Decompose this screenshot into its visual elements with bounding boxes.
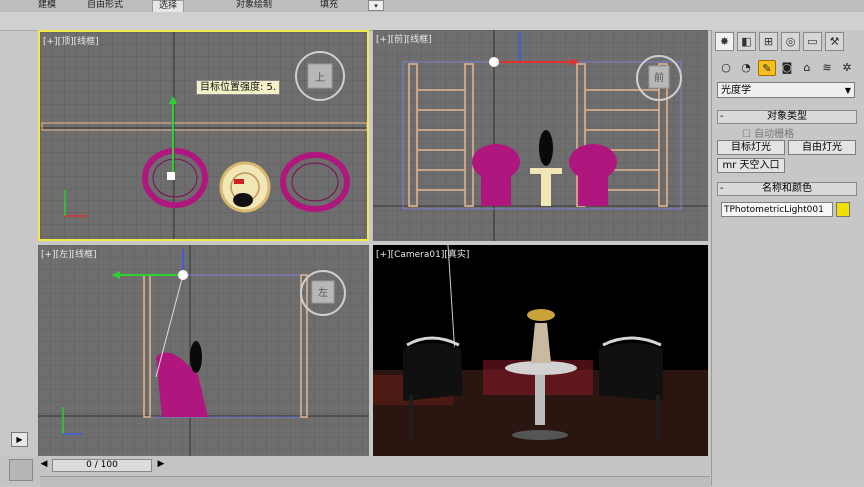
ribbon-panel-strip <box>0 12 864 31</box>
viewcube-left-face[interactable]: 左 <box>318 286 328 299</box>
viewport-top[interactable]: [+][顶][线框] 上 目标位置强度: 5. <box>38 30 369 241</box>
timeline-next-icon[interactable]: ▶ <box>155 459 167 472</box>
geometry-icon[interactable]: ○ <box>717 60 735 76</box>
mini-grid-icon[interactable] <box>9 459 33 481</box>
time-slider[interactable]: 0 / 100 <box>52 459 152 472</box>
modify-icon[interactable]: ◧ <box>737 32 756 51</box>
viewport-left[interactable]: [+][左][线框] 左 <box>38 245 369 456</box>
spacewarps-icon[interactable]: ≋ <box>818 60 836 76</box>
viewcube-top-face[interactable]: 上 <box>315 72 325 84</box>
viewport-top-label[interactable]: [+][顶][线框] <box>43 34 99 47</box>
object-name-input[interactable] <box>721 202 833 217</box>
checkbox-icon: ☐ <box>742 129 751 140</box>
viewport-front[interactable]: [+][前][线框] 前 <box>373 30 708 241</box>
lights-icon[interactable]: ✎ <box>758 60 776 76</box>
shapes-icon[interactable]: ◔ <box>737 60 755 76</box>
tab-modeling[interactable]: 建模 <box>38 0 56 12</box>
autogrid-label: 自动栅格 <box>754 129 795 140</box>
object-color-swatch[interactable] <box>836 202 850 217</box>
tab-populate[interactable]: 填充 <box>320 0 338 12</box>
autogrid-checkbox[interactable]: ☐ 自动栅格 <box>742 125 794 140</box>
viewport-left-label[interactable]: [+][左][线框] <box>41 247 97 260</box>
command-panel: ✸ ◧ ⊞ ◎ ▭ ⚒ ○ ◔ ✎ ◙ ⌂ ≋ ✲ 光度学 ▼ - 对象类型 ☐… <box>711 30 864 486</box>
tab-freeform[interactable]: 自由形式 <box>87 0 123 12</box>
target-intensity-tooltip: 目标位置强度: 5. <box>196 80 281 95</box>
viewport-top-scene: 上 <box>40 32 367 239</box>
display-icon[interactable]: ▭ <box>803 32 822 51</box>
viewport-camera-label[interactable]: [+][Camera01][真实] <box>376 247 469 260</box>
play-icon[interactable]: ▶ <box>11 432 28 447</box>
timeline-prev-icon[interactable]: ◀ <box>38 459 50 472</box>
object-type-rollout[interactable]: - 对象类型 <box>717 110 857 124</box>
target-light-button[interactable]: 目标灯光 <box>717 140 785 155</box>
viewport-left-scene: 左 <box>38 245 369 456</box>
free-light-button[interactable]: 自由灯光 <box>788 140 856 155</box>
viewport-front-label[interactable]: [+][前][线框] <box>376 32 432 45</box>
cameras-icon[interactable]: ◙ <box>778 60 796 76</box>
light-category-value: 光度学 <box>721 85 751 96</box>
viewport-camera-scene <box>373 245 708 456</box>
motion-icon[interactable]: ◎ <box>781 32 800 51</box>
mr-sky-portal-button[interactable]: mr 天空入口 <box>717 158 785 173</box>
create-icon[interactable]: ✸ <box>715 32 734 51</box>
viewport-front-scene: 前 <box>373 30 708 241</box>
viewcube-front-face[interactable]: 前 <box>654 71 664 84</box>
object-type-header: 对象类型 <box>767 111 807 122</box>
name-color-rollout[interactable]: - 名称和颜色 <box>717 182 857 196</box>
utilities-icon[interactable]: ⚒ <box>825 32 844 51</box>
light-category-dropdown[interactable]: 光度学 ▼ <box>717 82 855 98</box>
timeline-track[interactable] <box>40 476 710 487</box>
timeline-bar: ◀ 0 / 100 ▶ <box>0 456 711 487</box>
chevron-down-icon: ▼ <box>844 86 851 95</box>
viewport-camera[interactable]: [+][Camera01][真实] <box>373 245 708 456</box>
hierarchy-icon[interactable]: ⊞ <box>759 32 778 51</box>
tab-object-paint[interactable]: 对象绘制 <box>236 0 272 12</box>
ribbon-options-dropdown-icon[interactable]: ▾ <box>368 0 384 11</box>
helpers-icon[interactable]: ⌂ <box>798 60 816 76</box>
name-color-header: 名称和颜色 <box>762 183 812 194</box>
systems-icon[interactable]: ✲ <box>838 60 856 76</box>
